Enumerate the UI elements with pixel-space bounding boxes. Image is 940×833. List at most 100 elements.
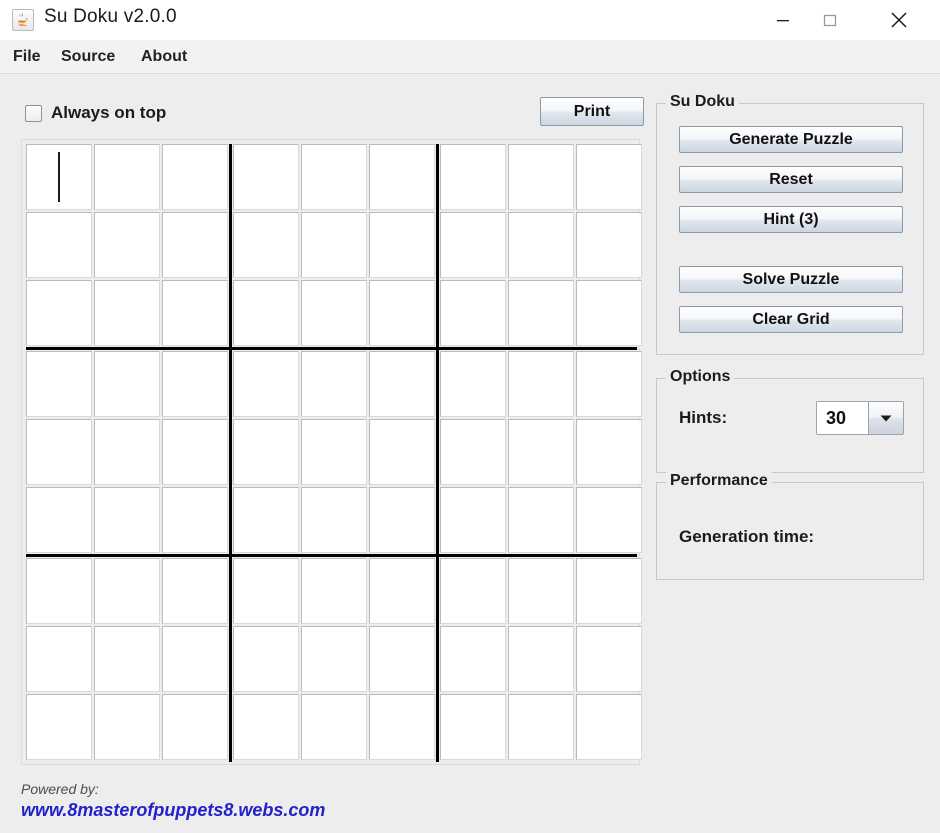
sudoku-cell-r5c7[interactable] (440, 419, 506, 485)
checkbox-box[interactable] (25, 104, 42, 122)
maximize-button[interactable] (807, 0, 853, 40)
grid-block-line-vertical (229, 144, 232, 762)
sudoku-cell-r1c7[interactable] (440, 144, 506, 210)
sudoku-cell-r5c5[interactable] (301, 419, 367, 485)
close-button[interactable] (876, 0, 922, 40)
sudoku-cell-r2c9[interactable] (576, 212, 642, 278)
sudoku-cell-r4c1[interactable] (26, 351, 92, 417)
sudoku-cell-r5c3[interactable] (162, 419, 228, 485)
sudoku-cell-r3c6[interactable] (369, 280, 435, 346)
sudoku-cell-r7c1[interactable] (26, 558, 92, 624)
sudoku-cell-r8c7[interactable] (440, 626, 506, 692)
sudoku-cell-r4c7[interactable] (440, 351, 506, 417)
sudoku-cell-r7c2[interactable] (94, 558, 160, 624)
sudoku-cell-r8c8[interactable] (508, 626, 574, 692)
chevron-down-icon[interactable] (868, 402, 903, 434)
sudoku-cell-r8c5[interactable] (301, 626, 367, 692)
generate-puzzle-button[interactable]: Generate Puzzle (679, 126, 903, 153)
sudoku-cell-r3c7[interactable] (440, 280, 506, 346)
sudoku-cell-r7c9[interactable] (576, 558, 642, 624)
sudoku-cell-r8c2[interactable] (94, 626, 160, 692)
sudoku-cell-r8c1[interactable] (26, 626, 92, 692)
sudoku-cell-r1c4[interactable] (233, 144, 299, 210)
sudoku-grid (26, 144, 642, 762)
always-on-top-checkbox[interactable]: Always on top (25, 103, 166, 123)
sudoku-cell-r6c6[interactable] (369, 487, 435, 553)
sudoku-cell-r3c2[interactable] (94, 280, 160, 346)
sudoku-cell-r9c5[interactable] (301, 694, 367, 760)
clear-grid-button[interactable]: Clear Grid (679, 306, 903, 333)
sudoku-cell-r4c4[interactable] (233, 351, 299, 417)
sudoku-cell-r9c3[interactable] (162, 694, 228, 760)
sudoku-cell-r4c2[interactable] (94, 351, 160, 417)
reset-button[interactable]: Reset (679, 166, 903, 193)
sudoku-cell-r3c8[interactable] (508, 280, 574, 346)
hints-select[interactable]: 30 (816, 401, 904, 435)
sudoku-cell-r6c1[interactable] (26, 487, 92, 553)
sudoku-cell-r4c5[interactable] (301, 351, 367, 417)
sudoku-cell-r2c6[interactable] (369, 212, 435, 278)
sudoku-cell-r7c6[interactable] (369, 558, 435, 624)
sudoku-cell-r2c7[interactable] (440, 212, 506, 278)
sudoku-group-title: Su Doku (666, 93, 739, 111)
sudoku-cell-r2c1[interactable] (26, 212, 92, 278)
sudoku-cell-r3c3[interactable] (162, 280, 228, 346)
sudoku-cell-r9c6[interactable] (369, 694, 435, 760)
sudoku-cell-r3c1[interactable] (26, 280, 92, 346)
sudoku-cell-r2c3[interactable] (162, 212, 228, 278)
sudoku-cell-r5c6[interactable] (369, 419, 435, 485)
sudoku-cell-r8c9[interactable] (576, 626, 642, 692)
sudoku-cell-r7c7[interactable] (440, 558, 506, 624)
sudoku-cell-r6c8[interactable] (508, 487, 574, 553)
menu-item-source[interactable]: Source (56, 46, 120, 68)
solve-puzzle-button[interactable]: Solve Puzzle (679, 266, 903, 293)
sudoku-cell-r3c5[interactable] (301, 280, 367, 346)
sudoku-cell-r9c1[interactable] (26, 694, 92, 760)
sudoku-cell-r9c7[interactable] (440, 694, 506, 760)
sudoku-cell-r5c2[interactable] (94, 419, 160, 485)
sudoku-cell-r2c4[interactable] (233, 212, 299, 278)
sudoku-cell-r1c5[interactable] (301, 144, 367, 210)
sudoku-cell-r9c4[interactable] (233, 694, 299, 760)
sudoku-cell-r6c5[interactable] (301, 487, 367, 553)
sudoku-cell-r6c3[interactable] (162, 487, 228, 553)
sudoku-cell-r9c9[interactable] (576, 694, 642, 760)
sudoku-cell-r4c3[interactable] (162, 351, 228, 417)
minimize-button[interactable] (760, 0, 806, 40)
sudoku-cell-r3c4[interactable] (233, 280, 299, 346)
sudoku-cell-r4c8[interactable] (508, 351, 574, 417)
sudoku-cell-r1c3[interactable] (162, 144, 228, 210)
sudoku-cell-r2c5[interactable] (301, 212, 367, 278)
sudoku-cell-r4c6[interactable] (369, 351, 435, 417)
sudoku-cell-r2c2[interactable] (94, 212, 160, 278)
footer-url-link[interactable]: www.8masterofpuppets8.webs.com (21, 800, 325, 821)
sudoku-cell-r7c4[interactable] (233, 558, 299, 624)
sudoku-cell-r6c7[interactable] (440, 487, 506, 553)
sudoku-cell-r8c3[interactable] (162, 626, 228, 692)
sudoku-cell-r9c2[interactable] (94, 694, 160, 760)
print-button[interactable]: Print (540, 97, 644, 126)
sudoku-cell-r5c1[interactable] (26, 419, 92, 485)
menu-item-file[interactable]: File (8, 46, 46, 68)
sudoku-cell-r5c8[interactable] (508, 419, 574, 485)
sudoku-cell-r7c3[interactable] (162, 558, 228, 624)
sudoku-cell-r7c8[interactable] (508, 558, 574, 624)
hint-button[interactable]: Hint (3) (679, 206, 903, 233)
sudoku-cell-r1c6[interactable] (369, 144, 435, 210)
sudoku-cell-r2c8[interactable] (508, 212, 574, 278)
sudoku-cell-r6c2[interactable] (94, 487, 160, 553)
sudoku-cell-r6c9[interactable] (576, 487, 642, 553)
sudoku-cell-r1c2[interactable] (94, 144, 160, 210)
sudoku-cell-r9c8[interactable] (508, 694, 574, 760)
sudoku-cell-r4c9[interactable] (576, 351, 642, 417)
sudoku-cell-r1c8[interactable] (508, 144, 574, 210)
sudoku-cell-r8c6[interactable] (369, 626, 435, 692)
sudoku-cell-r3c9[interactable] (576, 280, 642, 346)
menu-item-about[interactable]: About (136, 46, 192, 68)
sudoku-cell-r6c4[interactable] (233, 487, 299, 553)
sudoku-cell-r1c9[interactable] (576, 144, 642, 210)
sudoku-cell-r7c5[interactable] (301, 558, 367, 624)
sudoku-cell-r5c9[interactable] (576, 419, 642, 485)
sudoku-cell-r5c4[interactable] (233, 419, 299, 485)
sudoku-cell-r8c4[interactable] (233, 626, 299, 692)
